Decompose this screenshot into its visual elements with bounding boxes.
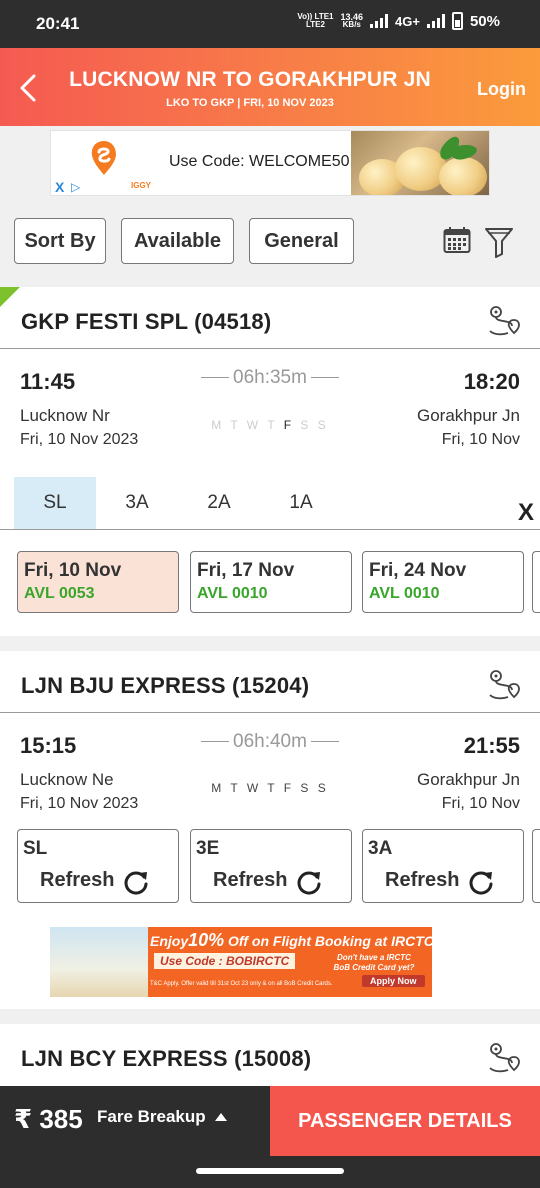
availability-date-card[interactable]: Fri, 24 Nov AVL 0010 [362, 551, 524, 613]
ad-brand: IGGY [131, 181, 152, 190]
divider [0, 712, 540, 713]
refresh-label: Refresh [213, 869, 288, 891]
page-title: LUCKNOW NR TO GORAKHPUR JN [69, 68, 431, 91]
login-button[interactable]: Login [477, 79, 526, 100]
arrival-time: 21:55 [463, 733, 520, 758]
class-code: 3A [368, 838, 393, 859]
ribbon-marker [0, 287, 20, 307]
tab-class-1a[interactable]: 1A [260, 477, 342, 529]
route-map-icon[interactable] [488, 1042, 522, 1074]
availability-status: AVL 0010 [197, 585, 268, 602]
divider [0, 348, 540, 349]
running-days: M T W T F S S [211, 418, 329, 432]
train-card[interactable]: LJN BCY EXPRESS (15008) [0, 1024, 540, 1086]
status-bar: 20:41 Vo)) LTE1 LTE2 13.46 KB/s 4G+ 50% [0, 0, 540, 48]
train-name: GKP FESTI SPL (04518) [21, 309, 272, 334]
route-map-icon[interactable] [488, 669, 522, 701]
availability-date: Fri, 17 Nov [197, 560, 295, 581]
ad-apply-button[interactable]: Apply Now [362, 975, 425, 987]
ad-terms: T&C Apply. Offer valid till 31st Oct 23 … [150, 981, 333, 987]
home-gesture-pill[interactable] [196, 1168, 344, 1174]
journey-duration: 06h:40m [0, 731, 540, 753]
app-header: LUCKNOW NR TO GORAKHPUR JN LKO TO GKP | … [0, 48, 540, 126]
status-time: 20:41 [36, 14, 80, 33]
swiggy-ad-banner[interactable]: X ▷ IGGY Use Code: WELCOME50 [50, 130, 490, 196]
passenger-details-button[interactable]: PASSENGER DETAILS [270, 1086, 540, 1156]
availability-date: Fri, 24 Nov [369, 560, 467, 581]
network-type: 4G+ [395, 13, 420, 29]
calendar-icon[interactable] [443, 226, 471, 254]
back-arrow-icon[interactable] [14, 70, 44, 106]
battery-icon [451, 12, 463, 30]
arrival-date: Fri, 10 Nov [441, 795, 520, 812]
signal-2-icon [426, 14, 445, 28]
departure-date: Fri, 10 Nov 2023 [20, 431, 139, 448]
class-code: SL [23, 838, 48, 859]
class-code: 3E [196, 838, 220, 859]
caret-up-icon[interactable] [215, 1113, 227, 1121]
general-quota-button[interactable]: General [249, 218, 354, 264]
availability-date-card-partial[interactable] [532, 551, 540, 613]
departure-date: Fri, 10 Nov 2023 [20, 795, 139, 812]
family-travel-image [50, 927, 148, 997]
battery-percent: 50% [469, 12, 500, 30]
class-refresh-card[interactable]: SL Refresh [17, 829, 179, 903]
refresh-icon[interactable] [295, 868, 323, 896]
tab-class-2a[interactable]: 2A [178, 477, 260, 529]
availability-date-card[interactable]: Fri, 10 Nov AVL 0053 [17, 551, 179, 613]
network-speed: 13.46 KB/s [340, 12, 364, 29]
route-map-icon[interactable] [488, 305, 522, 337]
ice-cream-image [351, 131, 489, 195]
ad-promo-code: Use Code: WELCOME50 [169, 153, 350, 170]
bottom-action-bar: ₹ 385 Fare Breakup PASSENGER DETAILS [0, 1086, 540, 1156]
train-name: LJN BCY EXPRESS (15008) [21, 1046, 312, 1071]
class-refresh-card[interactable]: 3A Refresh [362, 829, 524, 903]
filter-bar: Sort By Available General [0, 218, 540, 266]
refresh-label: Refresh [40, 869, 115, 891]
ad-choices-icon[interactable]: ▷ [71, 180, 80, 194]
swiggy-logo-icon [91, 141, 116, 175]
volte-indicator: Vo)) LTE1 LTE2 [297, 12, 334, 29]
availability-date-card[interactable]: Fri, 17 Nov AVL 0010 [190, 551, 352, 613]
arrival-time: 18:20 [463, 369, 520, 394]
irctc-bob-ad-banner[interactable]: Enjoy10% Off on Flight Booking at IRCTC*… [50, 927, 432, 997]
system-nav-bar [0, 1156, 540, 1188]
class-refresh-card[interactable]: 3E Refresh [190, 829, 352, 903]
close-classes-button[interactable]: X [518, 499, 534, 527]
status-icons: Vo)) LTE1 LTE2 13.46 KB/s 4G+ 50% [297, 12, 500, 30]
divider [0, 529, 540, 530]
journey-duration: 06h:35m [0, 367, 540, 389]
ad-close-icon[interactable]: X [55, 179, 64, 195]
refresh-icon[interactable] [467, 868, 495, 896]
running-days: M T W T F S S [211, 781, 329, 795]
train-card[interactable]: GKP FESTI SPL (04518) 11:45 06h:35m 18:2… [0, 287, 540, 636]
refresh-label: Refresh [385, 869, 460, 891]
train-name: LJN BJU EXPRESS (15204) [21, 673, 310, 698]
ad-headline: Enjoy10% Off on Flight Booking at IRCTC* [150, 930, 432, 950]
tab-class-sl[interactable]: SL [14, 477, 96, 529]
tab-class-3a[interactable]: 3A [96, 477, 178, 529]
class-tabs: SL 3A 2A 1A [14, 477, 342, 529]
ad-question: Don't have a IRCTC BoB Credit Card yet? [333, 953, 415, 972]
fare-breakup-button[interactable]: Fare Breakup [97, 1107, 206, 1127]
page-subtitle: LKO TO GKP | FRI, 10 NOV 2023 [166, 97, 334, 109]
ad-promo-code: Use Code : BOBIRCTC [154, 953, 296, 969]
signal-icon [370, 14, 389, 28]
availability-status: AVL 0010 [369, 585, 440, 602]
filter-icon[interactable] [484, 226, 514, 258]
arrival-date: Fri, 10 Nov [441, 431, 520, 448]
sort-by-button[interactable]: Sort By [14, 218, 106, 264]
class-refresh-card-partial[interactable] [532, 829, 540, 903]
availability-status: AVL 0053 [24, 585, 95, 602]
train-card[interactable]: LJN BJU EXPRESS (15204) 15:15 06h:40m 21… [0, 651, 540, 1009]
fare-amount: ₹ 385 [14, 1104, 83, 1134]
availability-date: Fri, 10 Nov [24, 560, 122, 581]
available-filter-button[interactable]: Available [121, 218, 234, 264]
refresh-icon[interactable] [122, 868, 150, 896]
